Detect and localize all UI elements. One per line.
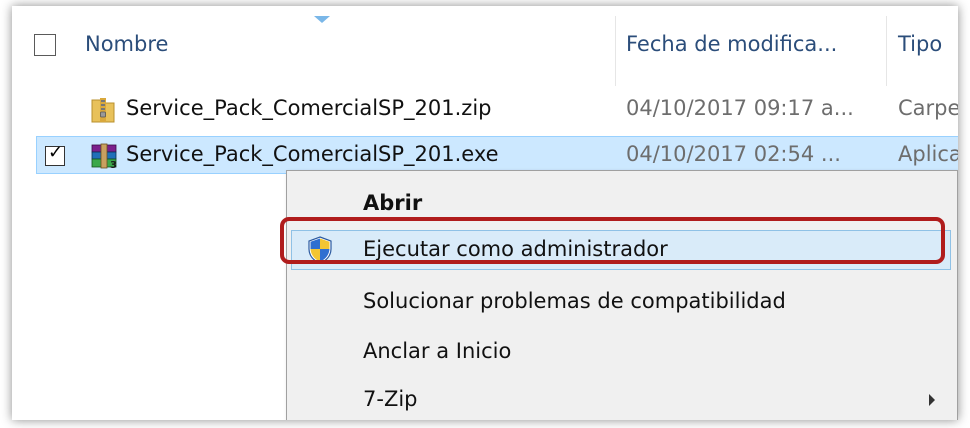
column-header: Nombre Fecha de modifica... Tipo	[12, 6, 958, 86]
menu-item-label: 7-Zip	[363, 387, 418, 411]
column-divider[interactable]	[886, 16, 887, 86]
file-date: 04/10/2017 02:54 ...	[626, 142, 841, 166]
file-type: Aplica	[898, 142, 958, 166]
menu-item-7zip[interactable]: 7-Zip	[287, 377, 957, 420]
menu-item-label: Anclar a Inicio	[363, 339, 512, 363]
file-name[interactable]: Service_Pack_ComercialSP_201.exe	[126, 142, 499, 166]
column-header-type[interactable]: Tipo	[898, 32, 942, 56]
select-all-checkbox[interactable]	[34, 34, 56, 56]
file-date: 04/10/2017 09:17 a...	[626, 96, 854, 120]
sort-indicator-icon	[314, 16, 330, 23]
context-menu: Abrir Ejecutar como administrador Soluci…	[286, 170, 958, 420]
checkmark-icon: ✓	[48, 142, 64, 163]
menu-item-pin-to-start[interactable]: Anclar a Inicio	[287, 329, 957, 375]
row-checkbox[interactable]: ✓	[45, 142, 65, 166]
svg-text:3: 3	[110, 160, 117, 170]
column-divider[interactable]	[615, 16, 616, 86]
file-name[interactable]: Service_Pack_ComercialSP_201.zip	[126, 96, 492, 120]
column-header-name[interactable]: Nombre	[85, 32, 168, 56]
winrar-icon: 3	[90, 142, 120, 174]
file-explorer-window: Nombre Fecha de modifica... Tipo Service…	[12, 6, 958, 420]
submenu-arrow-icon	[929, 394, 935, 406]
menu-item-label: Abrir	[363, 191, 423, 215]
menu-item-label: Solucionar problemas de compatibilidad	[363, 289, 786, 313]
column-header-date[interactable]: Fecha de modifica...	[626, 32, 837, 56]
zip-folder-icon	[90, 96, 116, 128]
file-row-exe[interactable]: ✓ 3 Service_Pack_ComercialSP_201.exe 04/…	[12, 136, 958, 174]
file-row-zip[interactable]: Service_Pack_ComercialSP_201.zip 04/10/2…	[12, 90, 958, 128]
annotation-highlight-box	[280, 217, 945, 264]
menu-item-troubleshoot-compatibility[interactable]: Solucionar problemas de compatibilidad	[287, 279, 957, 325]
file-type: Carpet	[898, 96, 958, 120]
